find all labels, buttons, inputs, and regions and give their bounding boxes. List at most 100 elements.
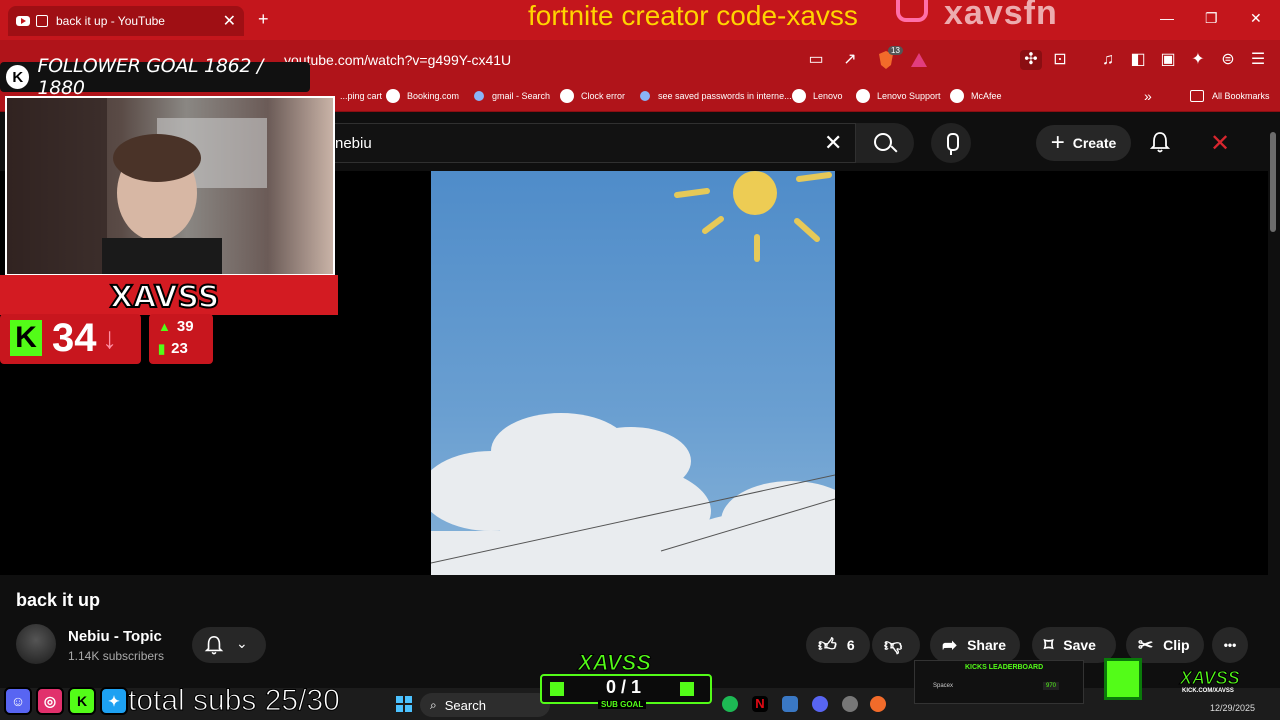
discord-taskbar-icon[interactable] <box>812 696 828 712</box>
cast-icon[interactable]: ▭ <box>806 50 826 70</box>
create-button[interactable]: + Create <box>1036 125 1131 161</box>
windows-start-icon[interactable] <box>396 696 412 712</box>
brand-url: KICK.COM/XAVSS <box>1182 688 1234 694</box>
sub-goal-label: SUB GOAL <box>598 700 647 709</box>
youtube-favicon-icon <box>16 16 30 26</box>
leaderboard-amount: 970 <box>1043 682 1060 690</box>
more-bookmarks-icon[interactable]: » <box>1144 86 1152 106</box>
voice-search-button[interactable] <box>931 123 971 163</box>
follower-goal-text: FOLLOWER GOAL 1862 / 1880 <box>37 55 264 99</box>
kick-k-icon: K <box>10 320 42 356</box>
share-button[interactable]: ➦ Share <box>930 627 1020 663</box>
video-frame[interactable] <box>431 171 835 575</box>
bookmark-label: see saved passwords in interne... <box>658 91 792 101</box>
bookmark-gmail-search[interactable]: gmail - Search <box>474 86 550 106</box>
subscriber-count: 1.14K subscribers <box>68 649 165 663</box>
obs-icon[interactable] <box>842 696 858 712</box>
stat-bars: ▮ 23 <box>158 340 188 357</box>
video-title: back it up <box>16 590 101 610</box>
minimize-icon[interactable]: — <box>1160 10 1174 26</box>
like-button[interactable]: 👍︎ 6 <box>806 627 870 663</box>
kick-brand-widget: XAVSS KICK.COM/XAVSS <box>1100 656 1278 702</box>
leaderboard-user: Spacex <box>933 683 954 689</box>
brave-rewards-icon[interactable] <box>910 51 928 69</box>
wallet-icon[interactable]: ▣ <box>1158 50 1178 70</box>
restore-icon[interactable]: ❐ <box>1205 10 1218 27</box>
thumbs-up-icon: 👍︎ <box>818 635 837 655</box>
globe-icon <box>386 89 400 103</box>
all-bookmarks-label: All Bookmarks <box>1212 91 1270 101</box>
bookmark-mcafee[interactable]: McAfee <box>950 86 1002 106</box>
all-bookmarks[interactable]: All Bookmarks <box>1190 86 1270 106</box>
bookmark-lenovo-support[interactable]: Lenovo Support <box>856 86 941 106</box>
tab-close-icon[interactable]: ✕ <box>223 11 236 31</box>
leaderboard-title: KICKS LEADERBOARD <box>965 664 1044 671</box>
bookmark-shopping-cart[interactable]: ...ping cart <box>340 86 382 106</box>
netflix-icon[interactable]: N <box>752 696 768 712</box>
share-label: Share <box>967 637 1007 653</box>
chevron-down-icon: ⌄ <box>236 635 248 651</box>
music-icon[interactable]: ♫ <box>1098 50 1118 70</box>
leo-ai-icon[interactable]: ✦ <box>1188 50 1208 70</box>
search-icon: ⌕ <box>430 697 437 712</box>
instagram-handle: xavsfn <box>944 0 1058 32</box>
instagram-icon <box>896 0 928 22</box>
search-favicon-icon <box>474 91 484 101</box>
bookmark-clock-error[interactable]: Clock error <box>560 86 625 106</box>
channel-name[interactable]: Nebiu - Topic <box>68 628 162 645</box>
extensions-icon[interactable]: ✣ <box>1020 50 1042 70</box>
kicks-leaderboard: KICKS LEADERBOARD Spacex 970 <box>914 660 1084 704</box>
vpn-icon[interactable]: ⊜ <box>1218 50 1238 70</box>
instagram-social-icon: ◎ <box>36 687 64 715</box>
follower-goal-banner: K FOLLOWER GOAL 1862 / 1880 <box>0 55 310 99</box>
window-close-icon[interactable]: ✕ <box>1250 10 1262 27</box>
bookmark-booking[interactable]: Booking.com <box>386 86 459 106</box>
twitter-icon: ✦ <box>100 687 128 715</box>
scissors-icon: ✂ <box>1138 634 1154 655</box>
scrollbar-thumb[interactable] <box>1270 132 1276 232</box>
close-overlay-icon[interactable]: ✕ <box>1210 129 1230 158</box>
taskbar-date: 12/29/2025 <box>1210 703 1256 713</box>
plus-icon: + <box>1050 129 1065 156</box>
search-clear-icon[interactable]: ✕ <box>824 130 842 156</box>
bookmark-saved-passwords[interactable]: see saved passwords in interne... <box>640 86 792 106</box>
new-tab-button[interactable]: + <box>258 9 269 30</box>
search-input-value: nebiu <box>335 135 372 152</box>
taskbar-search[interactable]: ⌕ Search <box>420 693 550 717</box>
webcam-scene <box>7 98 267 278</box>
video-artwork <box>431 171 835 575</box>
stat-up-value: 39 <box>176 318 194 335</box>
tab-youtube[interactable]: back it up - YouTube ✕ <box>8 6 244 36</box>
sidebar-icon[interactable]: ◧ <box>1128 50 1148 70</box>
globe-icon <box>792 89 806 103</box>
bookmark-label: Lenovo Support <box>877 91 941 101</box>
channel-avatar[interactable] <box>16 624 56 664</box>
menu-icon[interactable]: ☰ <box>1248 50 1268 70</box>
file-explorer-icon[interactable] <box>782 696 798 712</box>
sub-goal-value: 0 / 1 <box>606 677 642 697</box>
globe-icon <box>856 89 870 103</box>
folder-icon <box>1190 90 1204 102</box>
tab-title: back it up - YouTube <box>56 14 165 28</box>
search-button[interactable] <box>856 123 914 163</box>
brand-name: XAVSS <box>1180 668 1241 689</box>
spotify-icon[interactable] <box>722 696 738 712</box>
sub-goal-brand: XAVSS <box>578 650 652 676</box>
globe-icon <box>950 89 964 103</box>
stat-bars-value: 23 <box>171 340 188 357</box>
taskbar-search-label: Search <box>444 697 486 713</box>
share-icon: ➦ <box>942 634 958 655</box>
bookmark-lenovo[interactable]: Lenovo <box>792 86 843 106</box>
kick-logo-block-icon <box>1104 658 1142 700</box>
discord-icon: ☺ <box>4 687 32 715</box>
url-field[interactable]: youtube.com/watch?v=g499Y-cx41U <box>284 52 511 68</box>
total-subs-text: total subs 25/30 <box>128 684 341 718</box>
share-page-icon[interactable]: ↗ <box>840 50 860 70</box>
brave-taskbar-icon[interactable] <box>870 696 886 712</box>
kick-block-icon <box>680 682 694 696</box>
webcam-feed <box>5 96 335 278</box>
dislike-button[interactable]: 👎︎ <box>872 627 920 663</box>
reading-list-icon[interactable]: ⊡ <box>1050 50 1070 70</box>
notifications-bell-icon[interactable] <box>1150 131 1170 153</box>
subscribed-notifications-button[interactable]: ⌄ <box>192 627 266 663</box>
